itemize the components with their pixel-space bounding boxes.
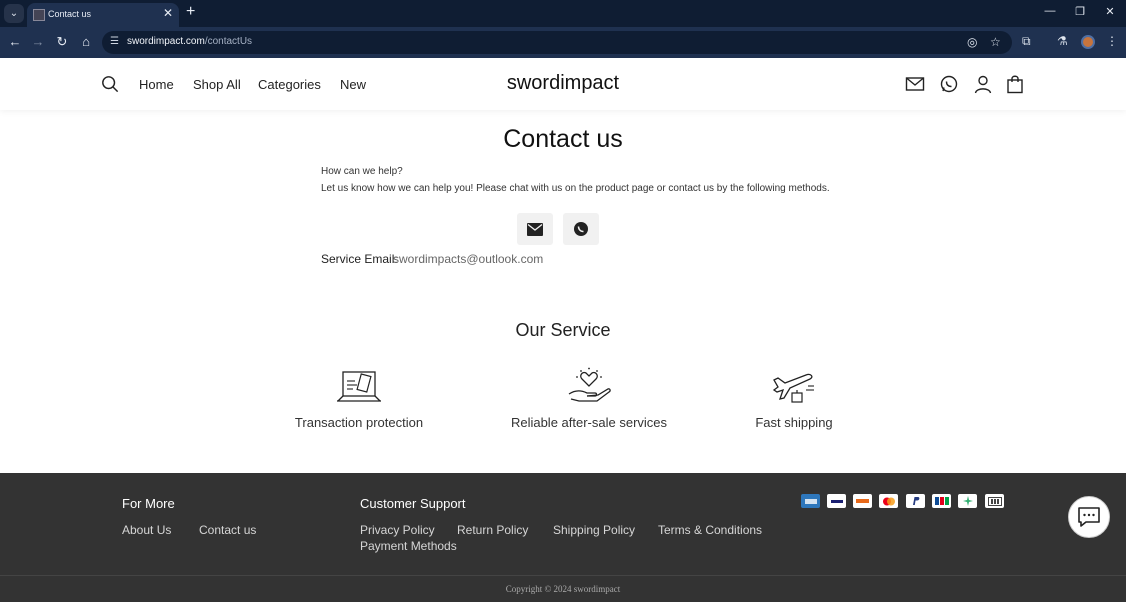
mail-icon[interactable] [905, 74, 925, 94]
help-title: How can we help? [321, 166, 403, 177]
tab-close-icon[interactable]: ✕ [163, 6, 173, 20]
service-label: Transaction protection [294, 415, 424, 430]
footer-link-shipping-policy[interactable]: Shipping Policy [553, 523, 635, 537]
chat-widget-button[interactable] [1068, 496, 1110, 538]
service-email-value[interactable]: swordimpacts@outlook.com [393, 252, 543, 266]
menu-kebab-icon[interactable]: ⋮ [1106, 34, 1118, 48]
footer-heading-customer-support: Customer Support [360, 496, 466, 511]
copyright: Copyright © 2024 swordimpact [505, 584, 621, 594]
active-tab[interactable]: Contact us ✕ [27, 3, 179, 27]
cart-bag-icon[interactable] [1005, 74, 1025, 94]
service-fast-shipping: Fast shipping [694, 366, 894, 430]
whatsapp-contact-button[interactable] [563, 213, 599, 245]
envelope-icon [527, 222, 543, 236]
page-title: Contact us [503, 125, 623, 153]
new-tab-icon[interactable]: + [186, 3, 195, 21]
restore-icon[interactable]: ❐ [1073, 5, 1087, 18]
bookmark-star-icon[interactable]: ☆ [990, 35, 1001, 49]
footer-link-privacy-policy[interactable]: Privacy Policy [360, 523, 435, 537]
footer-link-return-policy[interactable]: Return Policy [457, 523, 528, 537]
visa-card-icon [827, 494, 846, 508]
discover-card-icon [853, 494, 872, 508]
account-icon[interactable] [973, 74, 993, 94]
service-heading: Our Service [515, 320, 611, 340]
minimize-icon[interactable]: — [1043, 5, 1057, 17]
whatsapp-icon[interactable] [939, 74, 959, 94]
footer-divider [0, 575, 1126, 576]
service-label: Fast shipping [755, 415, 833, 430]
reload-icon[interactable]: ↻ [54, 34, 70, 50]
profile-avatar[interactable] [1081, 35, 1095, 49]
paypal-icon [906, 494, 925, 508]
service-transaction-protection: Transaction protection [259, 366, 459, 430]
footer: For More About Us Contact us Customer Su… [0, 473, 1126, 602]
service-label: Reliable after-sale services [510, 415, 668, 430]
footer-heading-for-more: For More [122, 496, 175, 511]
footer-link-payment-methods[interactable]: Payment Methods [360, 539, 457, 553]
url-text: swordimpact.com/contactUs [127, 36, 253, 47]
extensions-icon[interactable]: ⧉ [1022, 34, 1031, 49]
service-email-label: Service Email: [321, 252, 398, 266]
mastercard-icon [879, 494, 898, 508]
tab-title: Contact us [48, 9, 92, 19]
footer-link-contact-us[interactable]: Contact us [199, 523, 256, 537]
footer-link-about-us[interactable]: About Us [122, 523, 171, 537]
tab-favicon-icon [33, 9, 45, 21]
site-info-icon[interactable]: ☰ [110, 36, 119, 47]
amex-card-icon [801, 494, 820, 508]
laptop-shield-icon [337, 371, 381, 402]
back-icon[interactable]: ← [7, 34, 23, 50]
browser-toolbar: ← → ↻ ⌂ ☰ swordimpact.com/contactUs ◎ ☆ … [0, 27, 1126, 58]
eye-off-icon[interactable]: ◎ [967, 35, 977, 49]
site-header: Home Shop All Categories New swordimpact [0, 58, 1126, 110]
whatsapp-icon [574, 222, 588, 236]
diners-card-icon [958, 494, 977, 508]
home-icon[interactable]: ⌂ [78, 34, 94, 50]
address-bar[interactable]: ☰ swordimpact.com/contactUs ◎ ☆ [102, 31, 1012, 54]
tab-search-button[interactable]: ⌄ [4, 4, 24, 23]
help-text: Let us know how we can help you! Please … [321, 183, 830, 194]
window-close-icon[interactable]: ✕ [1103, 5, 1117, 18]
email-contact-button[interactable] [517, 213, 553, 245]
browser-tab-strip: ⌄ Contact us ✕ + — ❐ ✕ [0, 0, 1126, 27]
hand-heart-icon [568, 367, 611, 402]
service-after-sale: Reliable after-sale services [489, 366, 689, 430]
chat-icon [1078, 507, 1100, 527]
labs-icon[interactable]: ⚗ [1057, 34, 1068, 48]
forward-icon[interactable]: → [30, 34, 46, 50]
unionpay-card-icon [985, 494, 1004, 508]
jcb-card-icon [932, 494, 951, 508]
footer-link-terms[interactable]: Terms & Conditions [658, 523, 762, 537]
airplane-package-icon [772, 373, 814, 403]
